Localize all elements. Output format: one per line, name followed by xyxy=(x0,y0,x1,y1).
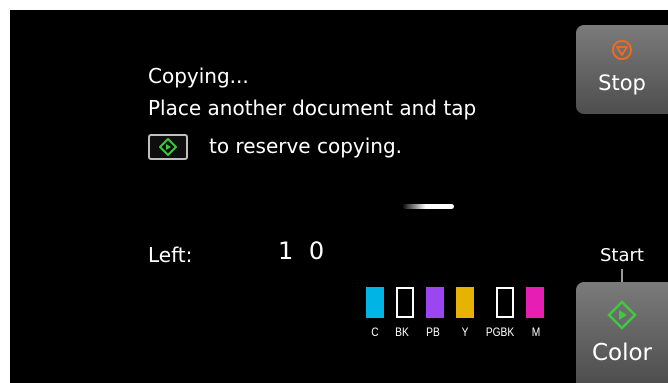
ink-tank-bk xyxy=(396,287,414,318)
copies-left-value: 1 0 xyxy=(278,237,329,265)
start-caption: Start xyxy=(600,245,644,266)
ink-tank-c xyxy=(366,287,384,318)
ink-tank-m xyxy=(526,287,544,318)
stop-button[interactable]: Stop xyxy=(576,25,668,114)
color-button-label: Color xyxy=(591,340,653,366)
instruction-message-cont: to reserve copying. xyxy=(209,134,403,158)
start-diamond-icon xyxy=(148,134,188,160)
ink-label-m: M xyxy=(531,325,541,339)
ink-label-pgbk: PGBK xyxy=(485,325,515,339)
ink-tank-pb xyxy=(426,287,444,318)
status-message: Copying... xyxy=(148,64,249,88)
ink-tank-y xyxy=(456,287,474,318)
copies-left-label: Left: xyxy=(148,243,193,267)
ink-label-bk: BK xyxy=(395,325,409,339)
ink-label-y: Y xyxy=(461,325,469,339)
start-diamond-icon xyxy=(607,300,637,330)
instruction-message: Place another document and tap xyxy=(148,96,477,120)
progress-indicator xyxy=(403,204,454,209)
start-caption-divider xyxy=(621,269,623,282)
ink-tank-pgbk xyxy=(496,287,514,318)
stop-button-label: Stop xyxy=(598,71,646,95)
color-start-button[interactable]: Color xyxy=(576,282,668,383)
printer-screen: Copying... Place another document and ta… xyxy=(10,10,668,383)
stop-icon xyxy=(612,40,632,60)
ink-label-pb: PB xyxy=(426,325,440,339)
